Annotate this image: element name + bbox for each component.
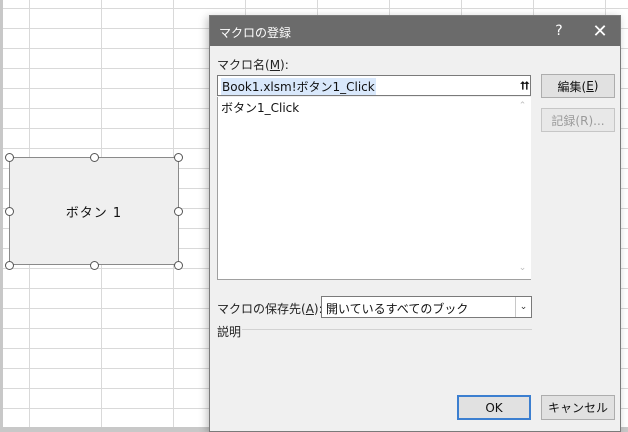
scroll-down-icon[interactable]: ⌄ [514,261,531,275]
assign-macro-dialog: マクロの登録 ? ✕ マクロ名(M): Book1.xlsm!ボタン1_Clic… [209,15,621,432]
resize-handle-top-center[interactable] [90,153,99,162]
macro-name-value: Book1.xlsm!ボタン1_Click [221,78,376,95]
dialog-titlebar[interactable]: マクロの登録 ? ✕ [210,16,620,46]
collapse-icon[interactable]: ⮅ [518,76,531,95]
description-label: 説明 [217,325,242,339]
ok-button[interactable]: OK [457,395,531,420]
save-location-value: 開いているすべてのブック [326,302,469,316]
macro-list[interactable]: ボタン1_Click ⌃ ⌄ [217,97,531,280]
resize-handle-bottom-right[interactable] [174,261,183,270]
cancel-button[interactable]: キャンセル [541,395,615,420]
macro-list-item[interactable]: ボタン1_Click [221,99,299,116]
edit-button[interactable]: 編集(E) [541,74,615,98]
list-scrollbar[interactable]: ⌃ ⌄ [514,97,531,279]
resize-handle-bottom-center[interactable] [90,261,99,270]
close-icon[interactable]: ✕ [582,16,618,46]
macro-name-input[interactable]: Book1.xlsm!ボタン1_Click ⮅ [217,75,531,96]
resize-handle-bottom-left[interactable] [5,261,14,270]
save-location-label: マクロの保存先(A): [217,302,323,316]
save-location-select[interactable]: 開いているすべてのブック ⌄ [321,296,532,318]
scroll-up-icon[interactable]: ⌃ [514,99,531,113]
form-control-button[interactable]: ボタン 1 [9,157,179,265]
form-button-label: ボタン 1 [65,205,123,221]
resize-handle-middle-right[interactable] [174,207,183,216]
macro-name-label: マクロ名(M): [217,58,289,72]
help-icon[interactable]: ? [542,16,576,46]
sheet-left-border [0,0,3,432]
resize-handle-top-right[interactable] [174,153,183,162]
dialog-title: マクロの登録 [219,26,292,40]
resize-handle-top-left[interactable] [5,153,14,162]
chevron-down-icon[interactable]: ⌄ [515,297,531,317]
description-separator [242,329,532,330]
record-button[interactable]: 記録(R)... [541,108,615,132]
resize-handle-middle-left[interactable] [5,207,14,216]
